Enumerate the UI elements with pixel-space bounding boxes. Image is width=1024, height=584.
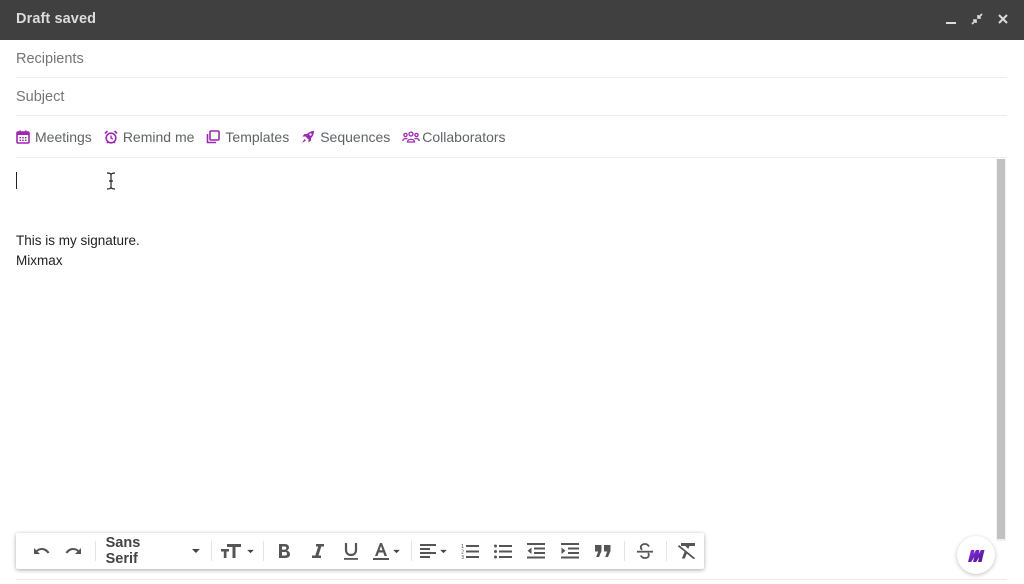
numbered-list-icon: 123 xyxy=(461,544,479,559)
toolbar-separator xyxy=(94,541,96,561)
chevron-down-icon xyxy=(440,549,448,553)
quote-icon xyxy=(594,545,611,557)
alarm-clock-icon xyxy=(104,130,118,144)
toolbar-separator xyxy=(262,541,264,561)
chevron-down-icon xyxy=(246,549,254,553)
mixmax-button[interactable] xyxy=(957,536,995,574)
meetings-label: Meetings xyxy=(35,129,92,145)
text-caret xyxy=(16,172,17,189)
templates-button[interactable]: Templates xyxy=(206,129,289,145)
exit-fullscreen-icon xyxy=(971,13,983,25)
toolbar-separator xyxy=(410,541,412,561)
message-body-editor[interactable]: This is my signature. Mixmax xyxy=(16,160,991,530)
templates-icon xyxy=(207,130,221,144)
sequences-button[interactable]: Sequences xyxy=(301,129,390,145)
numbered-list-button[interactable]: 123 xyxy=(453,537,486,565)
meetings-button[interactable]: Meetings xyxy=(16,129,92,145)
minimize-button[interactable] xyxy=(942,8,960,30)
calendar-icon xyxy=(16,130,30,144)
strikethrough-button[interactable] xyxy=(629,537,662,565)
toolbar-separator xyxy=(623,541,625,561)
compose-bottom-divider xyxy=(16,579,1007,580)
rocket-icon xyxy=(302,131,315,143)
window-controls xyxy=(942,8,1012,30)
compose-title-bar: Draft saved xyxy=(0,0,1024,40)
font-family-select[interactable]: Sans Serif xyxy=(100,535,207,567)
collaborators-label: Collaborators xyxy=(422,129,506,145)
people-icon xyxy=(402,131,421,143)
quote-button[interactable] xyxy=(586,537,619,565)
collaborators-button[interactable]: Collaborators xyxy=(402,129,506,145)
bold-button[interactable] xyxy=(268,537,301,565)
underline-button[interactable] xyxy=(334,537,367,565)
bold-icon xyxy=(279,544,291,558)
indent-more-icon xyxy=(560,543,579,559)
align-left-icon xyxy=(420,544,437,558)
remove-formatting-button[interactable] xyxy=(671,537,704,565)
italic-button[interactable] xyxy=(301,537,334,565)
close-button[interactable] xyxy=(994,8,1012,30)
toolbar-separator xyxy=(210,541,212,561)
strikethrough-icon xyxy=(637,543,654,559)
remove-formatting-icon xyxy=(678,543,696,559)
close-icon xyxy=(998,14,1008,24)
bulleted-list-icon xyxy=(493,544,512,559)
font-size-icon xyxy=(220,544,241,558)
italic-icon xyxy=(311,544,324,558)
align-button[interactable] xyxy=(416,537,453,565)
mixmax-logo-icon xyxy=(968,550,985,562)
svg-text:3: 3 xyxy=(461,555,464,559)
redo-button[interactable] xyxy=(57,537,90,565)
font-size-button[interactable] xyxy=(216,537,259,565)
sequences-label: Sequences xyxy=(320,129,391,145)
redo-icon xyxy=(65,547,81,554)
chevron-down-icon xyxy=(191,549,200,553)
ibeam-cursor-icon xyxy=(106,172,116,190)
recipients-input[interactable] xyxy=(16,50,1007,67)
bulleted-list-button[interactable] xyxy=(486,537,519,565)
indent-less-icon xyxy=(527,543,546,559)
indent-more-button[interactable] xyxy=(553,537,586,565)
chevron-down-icon xyxy=(393,549,400,553)
scrollbar-thumb[interactable] xyxy=(997,159,1005,539)
undo-button[interactable] xyxy=(24,537,57,565)
remind-me-button[interactable]: Remind me xyxy=(104,129,195,145)
minimize-icon xyxy=(946,22,956,24)
subject-row xyxy=(16,78,1007,116)
mixmax-toolbar: Meetings Remind me Templates Sequences C… xyxy=(16,117,1007,158)
recipients-row xyxy=(16,40,1007,78)
signature: This is my signature. Mixmax xyxy=(16,231,140,271)
underline-icon xyxy=(343,543,358,560)
text-color-button[interactable] xyxy=(368,537,407,565)
draft-status: Draft saved xyxy=(16,11,97,27)
signature-line: This is my signature. xyxy=(16,233,140,248)
templates-label: Templates xyxy=(225,129,290,145)
exit-fullscreen-button[interactable] xyxy=(968,8,986,30)
undo-icon xyxy=(33,547,50,554)
text-color-icon xyxy=(373,543,390,560)
formatting-toolbar: Sans Serif 123 xyxy=(16,533,704,569)
subject-input[interactable] xyxy=(16,88,1007,105)
signature-line: Mixmax xyxy=(16,253,63,268)
indent-less-button[interactable] xyxy=(520,537,553,565)
font-family-value: Sans Serif xyxy=(105,535,141,567)
toolbar-separator xyxy=(665,541,667,561)
remind-me-label: Remind me xyxy=(122,129,195,145)
